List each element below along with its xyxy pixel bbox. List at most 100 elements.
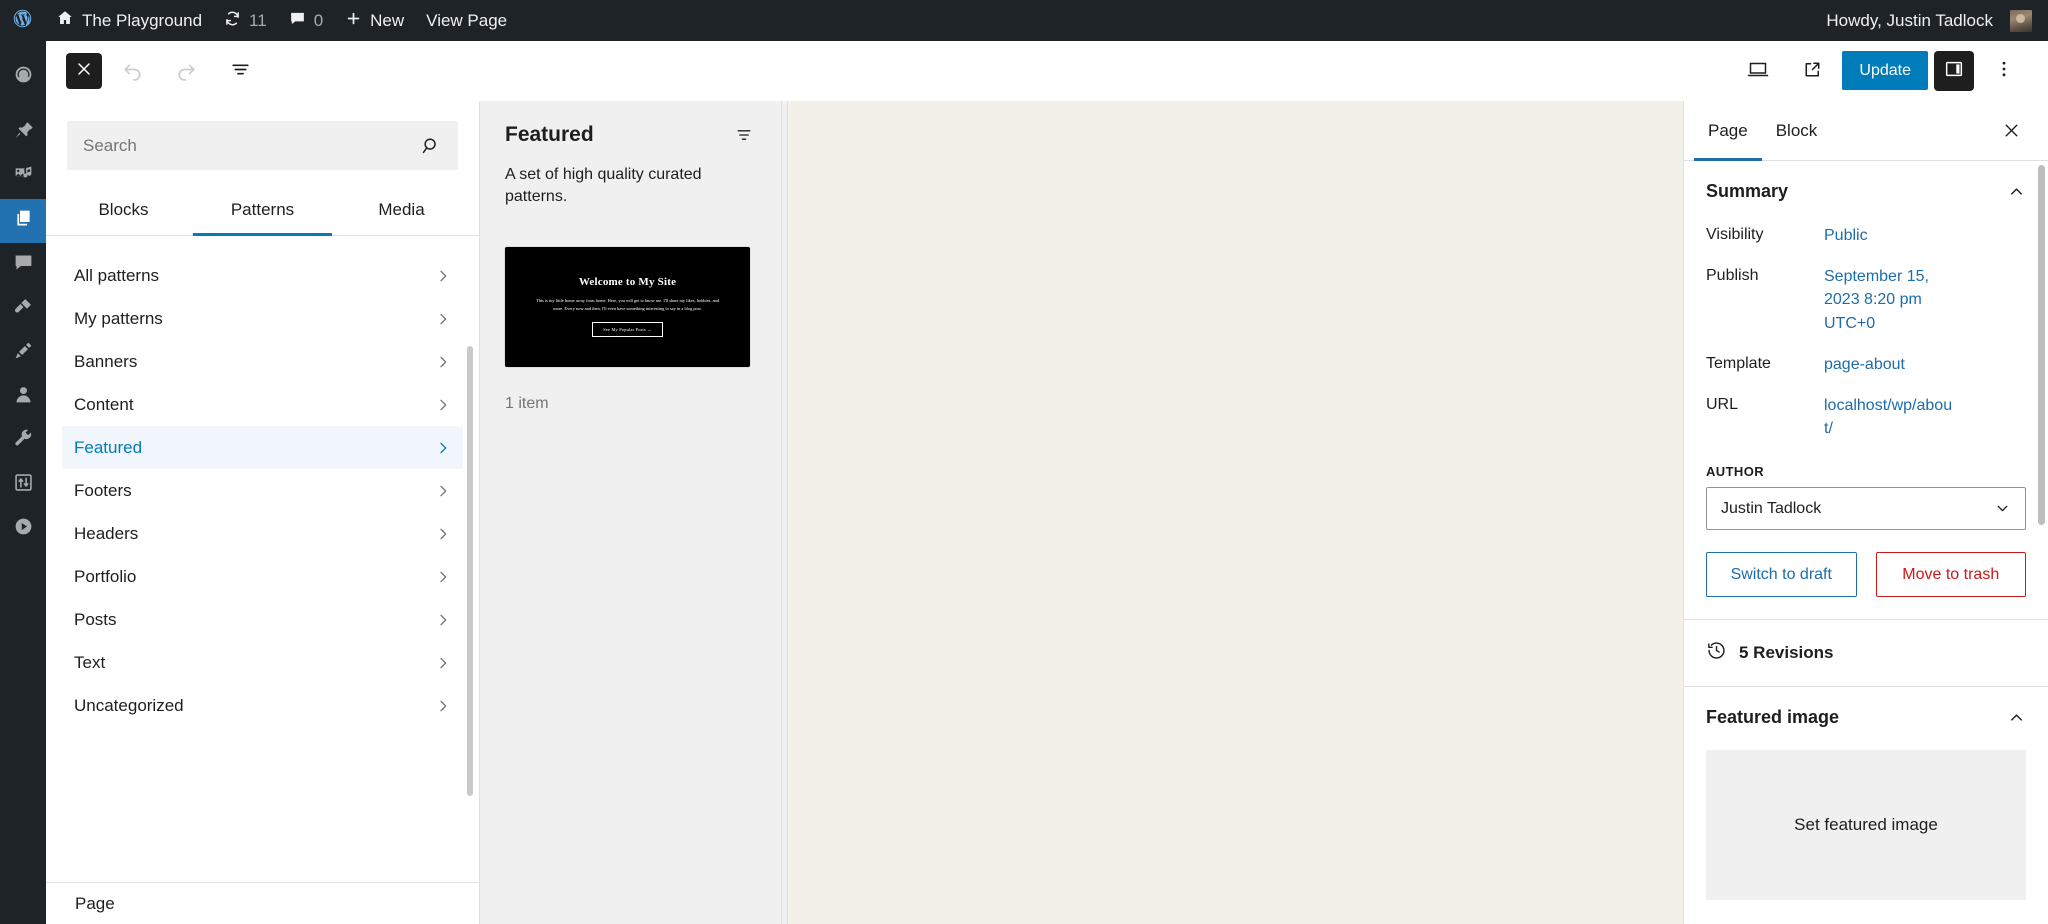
sidebar-item-media[interactable]: [0, 155, 46, 199]
revisions-label: 5 Revisions: [1739, 643, 1834, 663]
publish-value[interactable]: September 15, 2023 8:20 pm UTC+0: [1824, 265, 1954, 335]
tab-block[interactable]: Block: [1762, 102, 1832, 160]
play-circle-icon: [13, 516, 34, 542]
category-list-scrollbar[interactable]: [467, 346, 473, 796]
chevron-up-icon: [2007, 182, 2026, 201]
featured-image-header[interactable]: Featured image: [1684, 687, 2048, 746]
sidebar-item-appearance[interactable]: [0, 287, 46, 331]
device-preview-icon: [1746, 57, 1770, 84]
featured-image-title: Featured image: [1706, 707, 1839, 728]
settings-sidebar: Page Block Summary Visibility Public Pub…: [1683, 101, 2048, 924]
inserter-status-label: Page: [75, 894, 115, 914]
update-button[interactable]: Update: [1842, 51, 1928, 90]
category-item-banners[interactable]: Banners: [62, 340, 463, 383]
settings-sidebar-toggle[interactable]: [1934, 51, 1974, 91]
close-editor-button[interactable]: [66, 53, 102, 89]
preview-device-button[interactable]: [1734, 47, 1782, 95]
set-featured-image-button[interactable]: Set featured image: [1706, 750, 2026, 900]
category-label: Footers: [74, 481, 132, 501]
sidebar-item-playground[interactable]: [0, 507, 46, 551]
chevron-up-icon: [2007, 708, 2026, 727]
category-label: Headers: [74, 524, 138, 544]
visibility-value[interactable]: Public: [1824, 224, 1868, 247]
view-external-button[interactable]: [1788, 47, 1836, 95]
updates-button[interactable]: 11: [213, 0, 278, 41]
sidebar-item-users[interactable]: [0, 375, 46, 419]
category-item-featured[interactable]: Featured: [62, 426, 463, 469]
sidebar-item-comments[interactable]: [0, 243, 46, 287]
tab-media[interactable]: Media: [332, 186, 471, 235]
category-item-footers[interactable]: Footers: [62, 469, 463, 512]
wordpress-logo-button[interactable]: [0, 0, 45, 41]
summary-title: Summary: [1706, 181, 1788, 202]
page-canvas[interactable]: [787, 101, 1683, 924]
document-overview-button[interactable]: [216, 47, 264, 95]
category-item-text[interactable]: Text: [62, 641, 463, 684]
view-page-button[interactable]: View Page: [415, 0, 518, 41]
category-label: Uncategorized: [74, 696, 184, 716]
pages-icon: [13, 208, 34, 234]
category-label: Text: [74, 653, 105, 673]
summary-panel-header[interactable]: Summary: [1684, 161, 2048, 220]
category-item-headers[interactable]: Headers: [62, 512, 463, 555]
settings-sidebar-scrollbar[interactable]: [2038, 165, 2045, 525]
author-value: Justin Tadlock: [1721, 500, 1821, 518]
new-content-button[interactable]: New: [334, 0, 415, 41]
category-label: Banners: [74, 352, 137, 372]
sidebar-item-dashboard[interactable]: [0, 55, 46, 99]
category-item-portfolio[interactable]: Portfolio: [62, 555, 463, 598]
account-menu[interactable]: Howdy, Justin Tadlock: [1815, 0, 2048, 41]
block-editor: Update: [46, 41, 2048, 924]
undo-arrow-icon: [120, 57, 145, 85]
revisions-button[interactable]: 5 Revisions: [1684, 619, 2048, 686]
three-dots-vertical-icon: [1994, 59, 2014, 82]
redo-button[interactable]: [162, 47, 210, 95]
category-item-posts[interactable]: Posts: [62, 598, 463, 641]
inserter-tabs: Blocks Patterns Media: [46, 186, 479, 236]
category-label: Portfolio: [74, 567, 136, 587]
editor-canvas-area: [782, 101, 1683, 924]
category-item-content[interactable]: Content: [62, 383, 463, 426]
media-icon: [13, 164, 34, 190]
pattern-card[interactable]: Welcome to My Site This is my little hom…: [505, 247, 750, 367]
pattern-panel-header: Featured: [505, 123, 756, 147]
sidebar-item-tools[interactable]: [0, 419, 46, 463]
chevron-right-icon: [435, 526, 451, 542]
sidebar-item-pages[interactable]: [0, 199, 46, 243]
editor-header-right: Update: [1734, 47, 2028, 95]
tab-page[interactable]: Page: [1694, 102, 1762, 160]
comments-count: 0: [314, 11, 323, 31]
tab-patterns[interactable]: Patterns: [193, 186, 332, 235]
tab-blocks[interactable]: Blocks: [54, 186, 193, 235]
category-item-uncategorized[interactable]: Uncategorized: [62, 684, 463, 727]
comments-button[interactable]: 0: [278, 0, 334, 41]
close-sidebar-button[interactable]: [1992, 112, 2030, 150]
author-select[interactable]: Justin Tadlock: [1706, 487, 2026, 530]
dashboard-icon: [13, 64, 34, 90]
site-name-label: The Playground: [82, 11, 202, 31]
pattern-panel-title: Featured: [505, 123, 594, 147]
howdy-label: Howdy, Justin Tadlock: [1826, 11, 1993, 31]
chevron-right-icon: [435, 655, 451, 671]
avatar: [2010, 10, 2032, 32]
url-label: URL: [1706, 394, 1824, 440]
move-to-trash-button[interactable]: Move to trash: [1876, 552, 2027, 597]
inserter-status-bar: Page: [46, 882, 479, 924]
block-inserter-panel: Blocks Patterns Media All patterns My pa…: [46, 101, 480, 924]
editor-options-button[interactable]: [1980, 47, 2028, 95]
undo-button[interactable]: [108, 47, 156, 95]
sidebar-item-settings[interactable]: [0, 463, 46, 507]
chevron-right-icon: [435, 483, 451, 499]
site-name-button[interactable]: The Playground: [45, 0, 213, 41]
filter-icon[interactable]: [732, 123, 756, 147]
sidebar-item-plugins[interactable]: [0, 331, 46, 375]
search-input[interactable]: [67, 136, 420, 156]
wp-admin-menu: [0, 41, 46, 924]
category-item-all-patterns[interactable]: All patterns: [62, 254, 463, 297]
url-value[interactable]: localhost/wp/about/: [1824, 394, 1954, 440]
category-item-my-patterns[interactable]: My patterns: [62, 297, 463, 340]
pattern-body-text: This is my little home away from home. H…: [533, 297, 723, 313]
template-value[interactable]: page-about: [1824, 353, 1905, 376]
switch-to-draft-button[interactable]: Switch to draft: [1706, 552, 1857, 597]
sidebar-item-posts[interactable]: [0, 111, 46, 155]
